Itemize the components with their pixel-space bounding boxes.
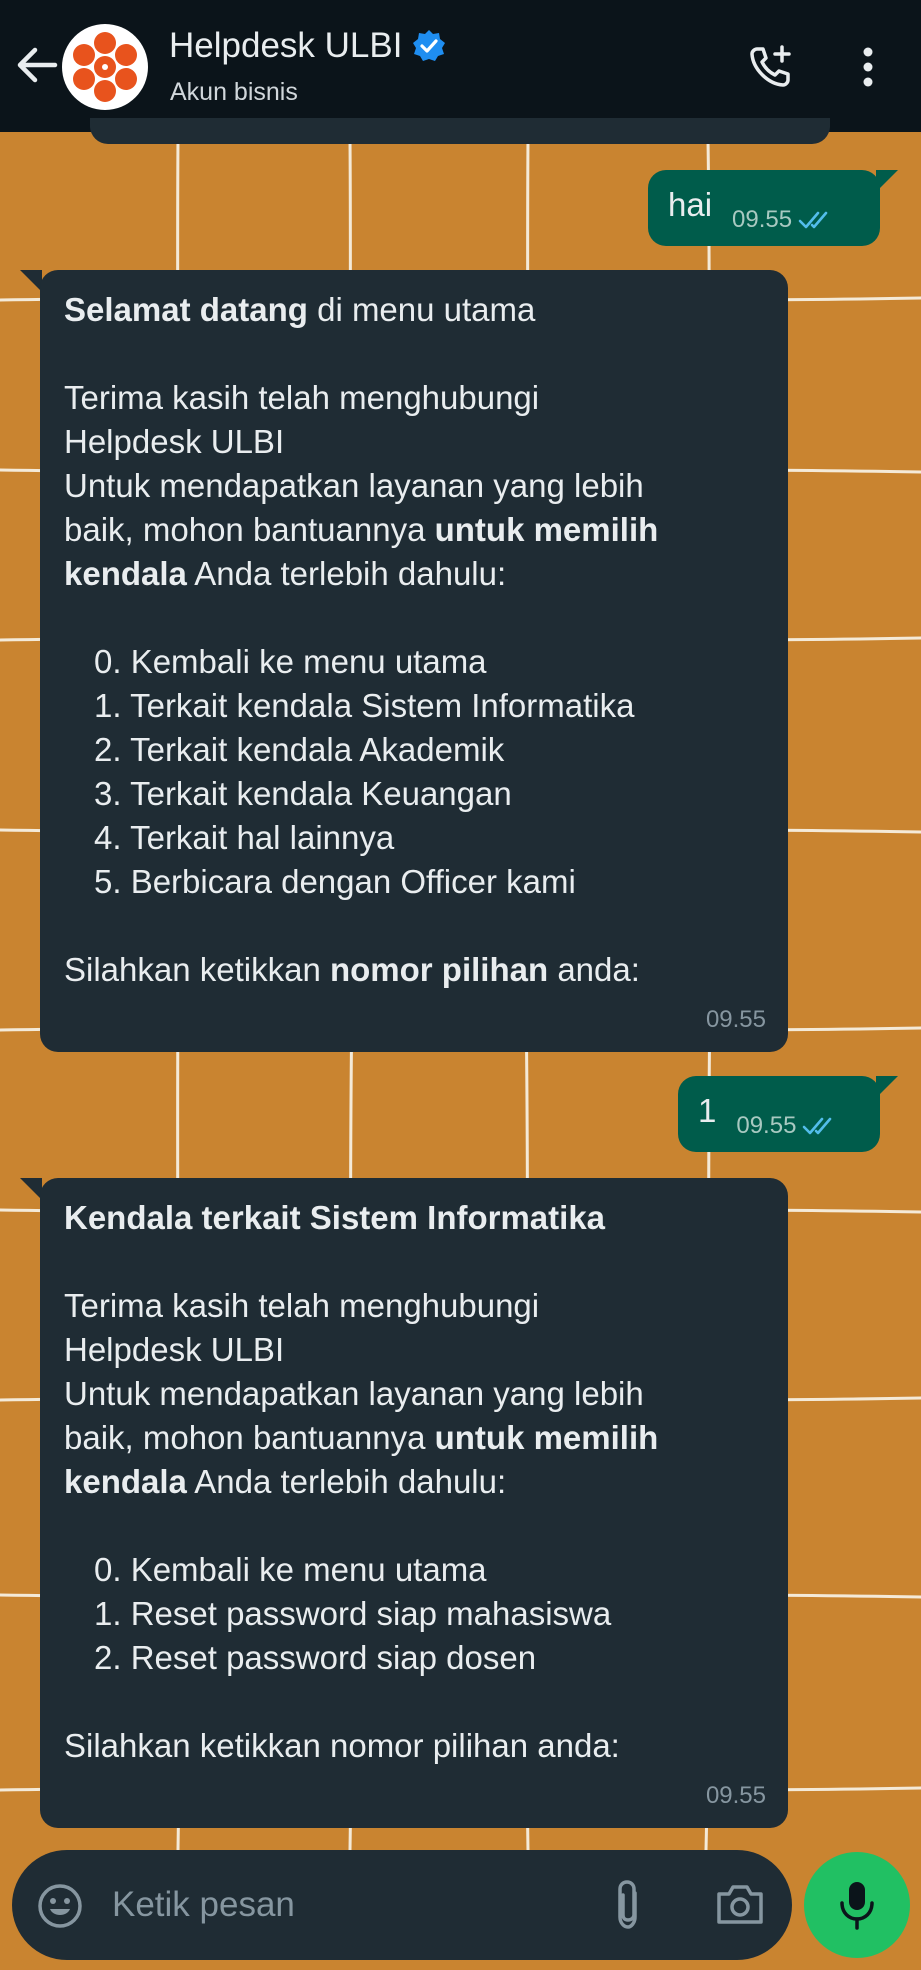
camera-button[interactable]	[714, 1878, 766, 1930]
message-text: 1	[698, 1092, 717, 1129]
message-paragraph: Untuk mendapatkan layanan yang lebih	[64, 1375, 644, 1412]
menu-option: 0. Kembali ke menu utama	[94, 1551, 487, 1588]
more-options-button[interactable]	[848, 42, 888, 92]
bubble-tail	[20, 270, 42, 292]
menu-option: 4. Terkait hal lainnya	[94, 819, 395, 856]
message-footer: Silahkan ketikkan nomor pilihan anda:	[64, 1727, 620, 1764]
message-paragraph: kendala Anda terlebih dahulu:	[64, 1463, 507, 1500]
message-footer: Silahkan ketikkan nomor pilihan anda:	[64, 951, 640, 988]
menu-option: 2. Reset password siap dosen	[94, 1639, 537, 1676]
message-paragraph: kendala Anda terlebih dahulu:	[64, 555, 507, 592]
menu-option: 1. Reset password siap mahasiswa	[94, 1595, 612, 1632]
contact-avatar[interactable]	[62, 24, 148, 110]
incoming-message-bubble[interactable]: Selamat datang di menu utama Terima kasi…	[40, 270, 788, 1052]
contact-name: Helpdesk ULBI	[169, 26, 403, 65]
message-time: 09.55	[732, 206, 793, 233]
contact-title[interactable]: Helpdesk ULBI	[169, 26, 446, 66]
camera-icon	[717, 1885, 763, 1924]
message-time: 09.55	[705, 1006, 766, 1033]
previous-message-bubble	[90, 118, 830, 144]
back-button[interactable]	[14, 40, 60, 90]
message-paragraph: Untuk mendapatkan layanan yang lebih	[64, 467, 644, 504]
menu-option: 5. Berbicara dengan Officer kami	[94, 863, 576, 900]
message-composer	[12, 1850, 792, 1960]
double-check-icon	[803, 1117, 832, 1135]
message-paragraph: baik, mohon bantuannya untuk memilih	[64, 1419, 659, 1456]
microphone-icon	[840, 1882, 874, 1930]
bubble-tail	[20, 1178, 42, 1200]
ulbi-logo-icon	[65, 27, 145, 107]
verified-badge-icon	[413, 30, 446, 61]
chat-header: Helpdesk ULBI Akun bisnis	[0, 0, 921, 132]
incoming-message-bubble[interactable]: Kendala terkait Sistem Informatika Terim…	[40, 1178, 788, 1828]
message-heading: Kendala terkait Sistem Informatika	[64, 1199, 606, 1236]
menu-option: 0. Kembali ke menu utama	[94, 643, 487, 680]
message-heading: Selamat datang di menu utama	[64, 291, 536, 328]
message-paragraph: Helpdesk ULBI	[64, 1331, 285, 1368]
contact-subtitle: Akun bisnis	[170, 78, 298, 106]
message-text: hai	[668, 186, 713, 223]
outgoing-message-bubble[interactable]: 1 09.55	[678, 1076, 880, 1152]
message-time: 09.55	[705, 1782, 766, 1809]
message-meta: 09.55	[736, 1112, 840, 1140]
bubble-tail	[876, 170, 898, 192]
more-vertical-icon	[863, 47, 873, 87]
message-paragraph: baik, mohon bantuannya untuk memilih	[64, 511, 659, 548]
message-time: 09.55	[736, 1112, 797, 1139]
double-check-icon	[798, 211, 828, 229]
message-input[interactable]	[112, 1880, 572, 1930]
add-call-icon	[750, 45, 791, 87]
emoji-button[interactable]	[34, 1880, 86, 1932]
attach-button[interactable]	[604, 1876, 652, 1934]
emoji-icon	[38, 1884, 82, 1928]
menu-option: 1. Terkait kendala Sistem Informatika	[94, 687, 635, 724]
menu-option: 3. Terkait kendala Keuangan	[94, 775, 512, 812]
message-meta: 09.55	[732, 206, 836, 234]
voice-message-button[interactable]	[804, 1852, 910, 1958]
arrow-left-icon	[17, 47, 58, 83]
message-paragraph: Terima kasih telah menghubungi	[64, 379, 540, 416]
message-paragraph: Terima kasih telah menghubungi	[64, 1287, 540, 1324]
bubble-tail	[876, 1076, 898, 1098]
outgoing-message-bubble[interactable]: hai 09.55	[648, 170, 880, 246]
menu-option: 2. Terkait kendala Akademik	[94, 731, 505, 768]
add-call-button[interactable]	[744, 40, 798, 94]
paperclip-icon	[618, 1880, 637, 1929]
message-paragraph: Helpdesk ULBI	[64, 423, 285, 460]
